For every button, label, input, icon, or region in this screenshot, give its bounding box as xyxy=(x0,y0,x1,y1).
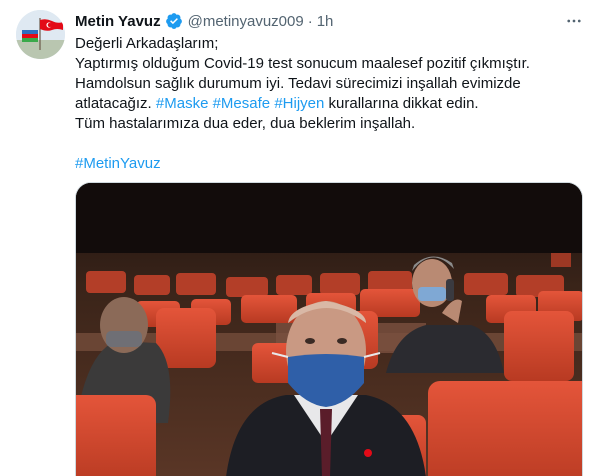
tweet-line: #MetinYavuz xyxy=(75,154,580,174)
more-options-icon[interactable] xyxy=(563,10,585,32)
tweet-text-fragment: kurallarına dikkat edin. xyxy=(324,95,479,112)
author-name[interactable]: Metin Yavuz xyxy=(75,13,161,30)
hashtag-metinyavuz[interactable]: #MetinYavuz xyxy=(75,155,161,172)
tweet-line: Yaptırmış olduğum Covid-19 test sonucum … xyxy=(75,55,530,72)
separator-dot: · xyxy=(307,12,313,30)
author-handle[interactable]: @metinyavuz009 xyxy=(188,13,304,30)
tweet-line: Değerli Arkadaşlarım; xyxy=(75,35,219,52)
hashtag-maske[interactable]: #Maske xyxy=(156,95,209,112)
verified-badge-icon xyxy=(165,12,183,30)
tweet-text-fragment: atlatacağız. xyxy=(75,95,156,112)
tweet-text: Değerli Arkadaşlarım; Yaptırmış olduğum … xyxy=(75,34,580,174)
tweet-line: atlatacağız. #Maske #Mesafe #Hijyen kura… xyxy=(75,94,580,114)
tweet-line: Hamdolsun sağlık durumum iyi. Tedavi sür… xyxy=(75,75,521,92)
tweet-timestamp[interactable]: 1h xyxy=(317,13,334,30)
flag-avatar-icon xyxy=(16,10,65,59)
hashtag-hijyen[interactable]: #Hijyen xyxy=(274,95,324,112)
author-avatar[interactable] xyxy=(16,10,65,59)
tweet-photo[interactable] xyxy=(75,182,583,476)
tweet-line: Tüm hastalarımıza dua eder, dua beklerim… xyxy=(75,115,416,132)
hashtag-mesafe[interactable]: #Mesafe xyxy=(213,95,271,112)
parliament-photo xyxy=(76,183,582,476)
tweet-header: Metin Yavuz @metinyavuz009 · 1h xyxy=(75,10,585,32)
